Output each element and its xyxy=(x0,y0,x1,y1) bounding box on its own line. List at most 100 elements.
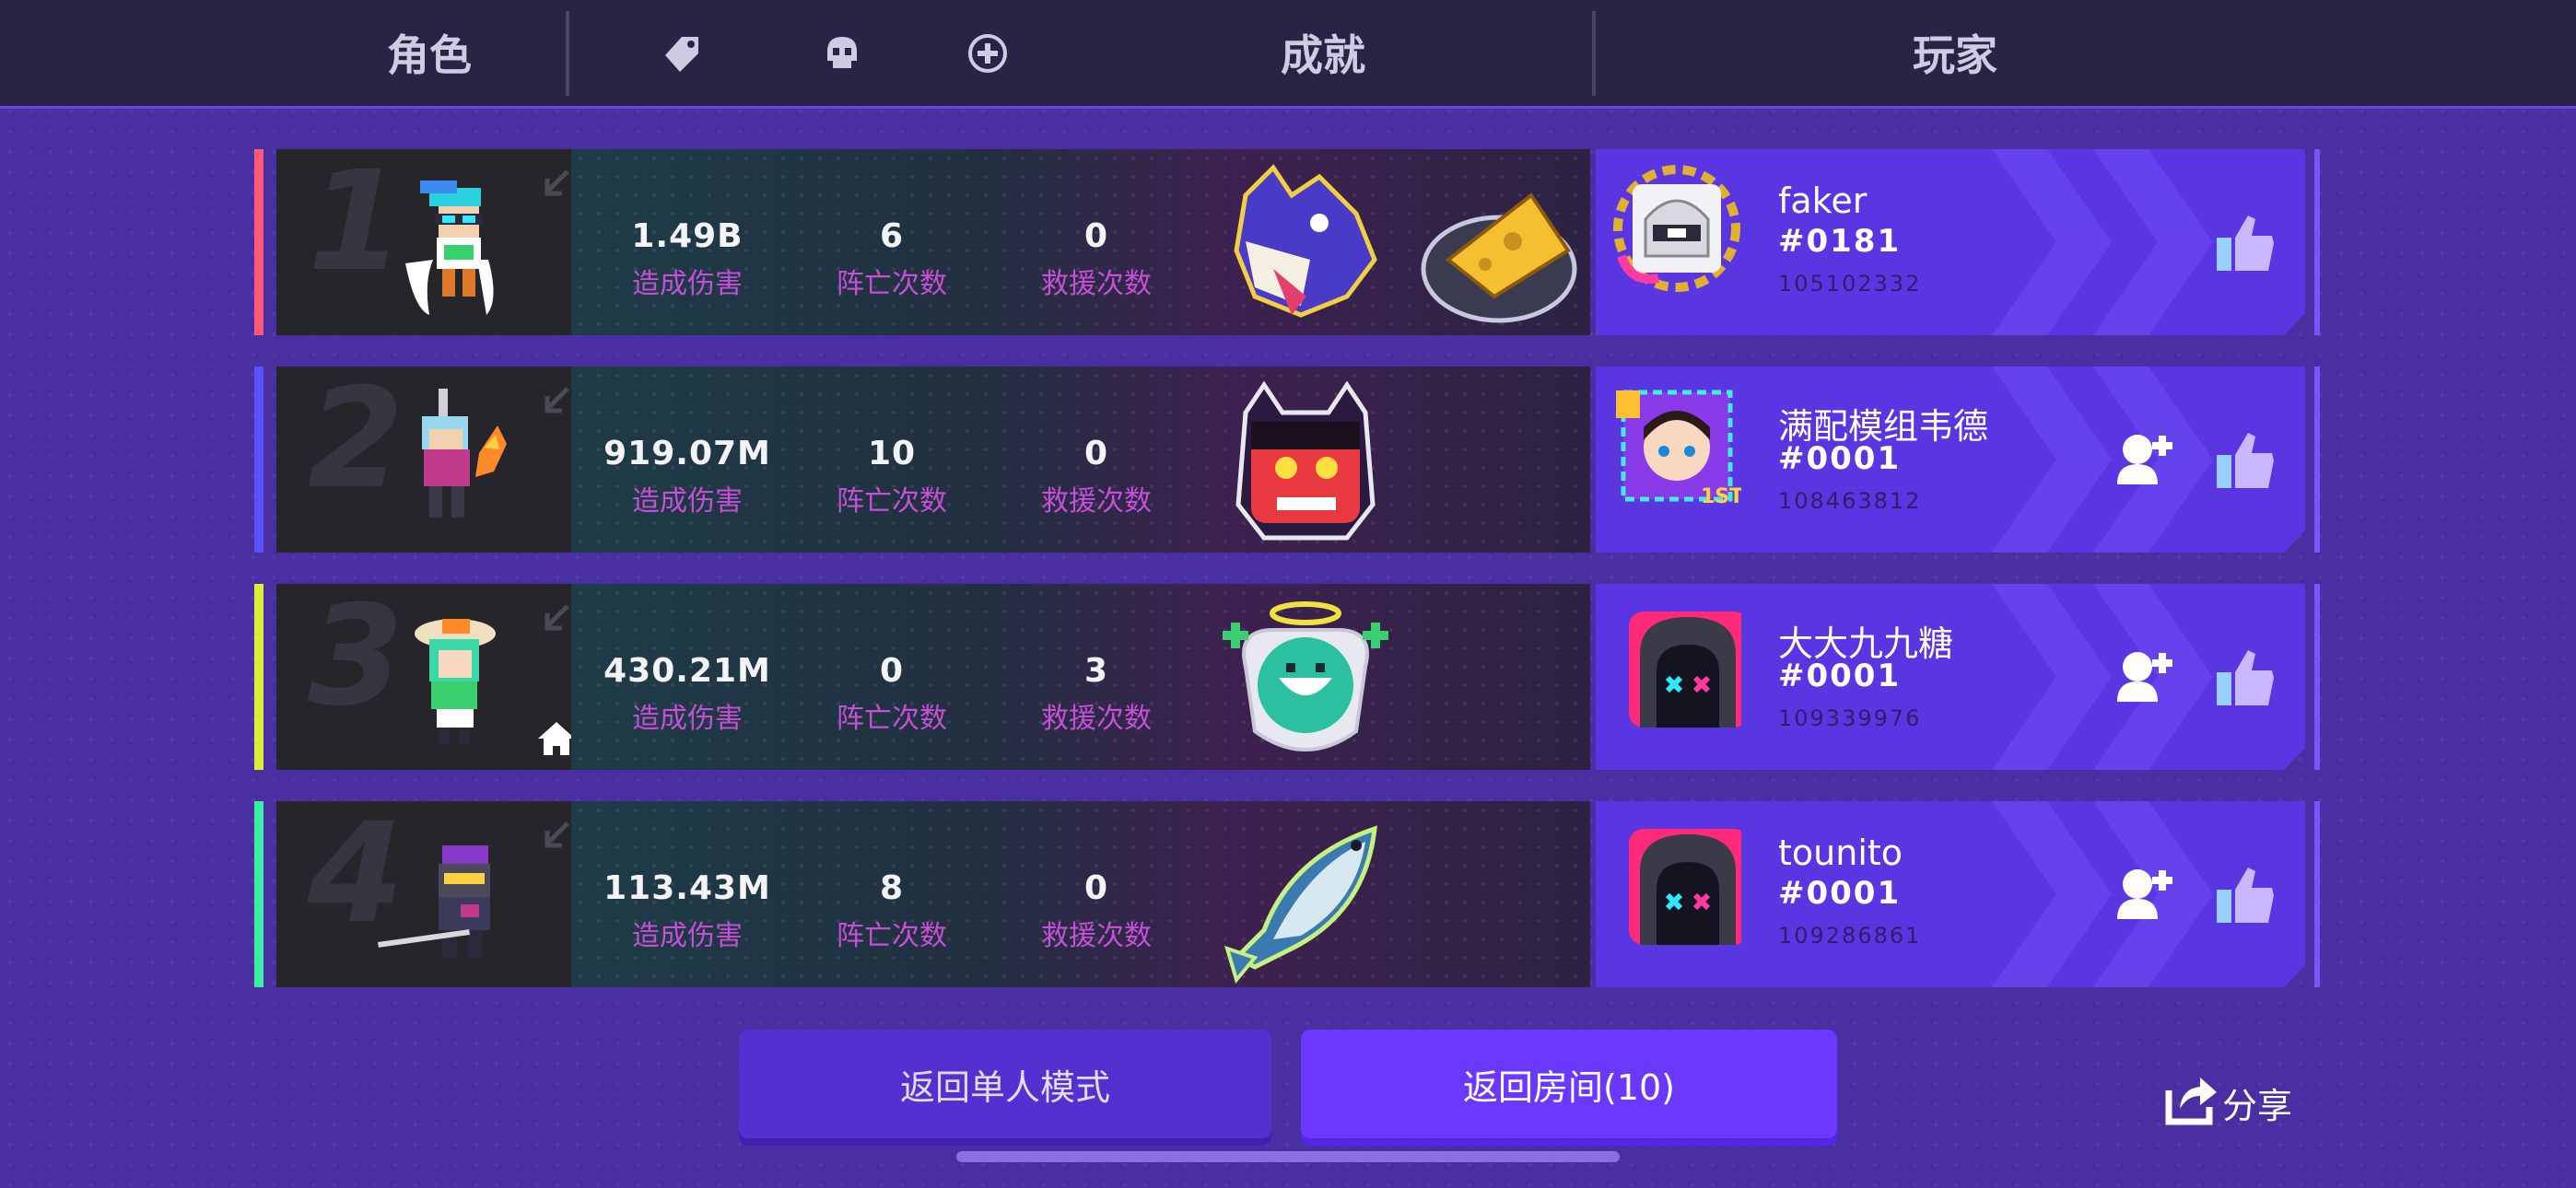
player-card[interactable]: faker #0181 105102332 xyxy=(1596,149,2305,335)
header-role: 角色 xyxy=(387,30,472,80)
player-row-1: 1 1.49B 造成伤害 6 阵亡次数 0 救援次数 faker #0181 1… xyxy=(254,149,2320,335)
deaths-label: 阵亡次数 xyxy=(837,485,947,518)
fish-badge-icon[interactable] xyxy=(1218,810,1393,985)
character-box: 2 xyxy=(276,367,571,553)
character-box: 4 xyxy=(276,801,571,987)
deaths-label: 阵亡次数 xyxy=(837,268,947,300)
rescues-label: 救援次数 xyxy=(1041,703,1152,735)
return-single-mode-button[interactable]: 返回单人模式 xyxy=(739,1030,1271,1146)
damage-stat: 919.07M 造成伤害 xyxy=(595,367,779,518)
thumbs-up-icon[interactable] xyxy=(2213,212,2277,274)
collapse-arrow-icon[interactable] xyxy=(536,383,575,422)
deaths-label: 阵亡次数 xyxy=(837,920,947,952)
damage-stat: 430.21M 造成伤害 xyxy=(595,584,779,736)
character-sprite xyxy=(415,619,496,744)
home-indicator[interactable] xyxy=(956,1151,1620,1162)
rank-accent xyxy=(254,149,263,335)
player-name: faker xyxy=(1778,181,1868,221)
avatar[interactable]: 1ST xyxy=(1612,381,1741,510)
rank-accent xyxy=(254,801,263,987)
damage-stat: 113.43M 造成伤害 xyxy=(595,801,779,953)
player-card[interactable]: 1ST 满配模组韦德 #0001 108463812 xyxy=(1596,367,2305,553)
deaths-value: 6 xyxy=(879,217,905,255)
player-card[interactable]: tounito #0001 109286861 xyxy=(1596,801,2305,987)
rescues-stat: 0 救援次数 xyxy=(1004,149,1188,301)
header-divider xyxy=(1592,11,1596,96)
rank-accent xyxy=(254,367,263,553)
rescues-stat: 3 救援次数 xyxy=(1004,584,1188,736)
stats-panel: 430.21M 造成伤害 0 阵亡次数 3 救援次数 xyxy=(571,584,1590,770)
rank-accent xyxy=(254,584,263,770)
share-button[interactable]: 分享 xyxy=(2163,1068,2311,1133)
deaths-stat: 8 阵亡次数 xyxy=(800,801,984,953)
player-id: 105102332 xyxy=(1778,271,1922,297)
player-tag: #0181 xyxy=(1778,223,1902,260)
damage-stat: 1.49B 造成伤害 xyxy=(595,149,779,301)
oni-badge-icon[interactable] xyxy=(1218,376,1393,551)
rescues-stat: 0 救援次数 xyxy=(1004,367,1188,518)
svg-text:1ST: 1ST xyxy=(1701,485,1741,508)
player-tag: #0001 xyxy=(1778,440,1902,477)
damage-value: 430.21M xyxy=(603,652,771,690)
damage-label: 造成伤害 xyxy=(632,268,743,300)
header-divider xyxy=(566,11,569,96)
skull-icon[interactable] xyxy=(820,31,864,76)
chevron-decoration-icon xyxy=(1992,149,2213,335)
cheese-badge-icon[interactable] xyxy=(1411,158,1587,333)
collapse-arrow-icon[interactable] xyxy=(536,818,575,856)
rescues-label: 救援次数 xyxy=(1041,268,1152,300)
player-card[interactable]: 大大九九糖 #0001 109339976 xyxy=(1596,584,2305,770)
add-friend-icon[interactable] xyxy=(2112,862,2176,926)
thumbs-up-icon[interactable] xyxy=(2213,864,2277,926)
collapse-arrow-icon[interactable] xyxy=(536,166,575,204)
rescues-label: 救援次数 xyxy=(1041,920,1152,952)
stats-panel: 113.43M 造成伤害 8 阵亡次数 0 救援次数 xyxy=(571,801,1590,987)
wolf-badge-icon[interactable] xyxy=(1218,158,1393,333)
collapse-arrow-icon[interactable] xyxy=(536,600,575,639)
deaths-stat: 6 阵亡次数 xyxy=(800,149,984,301)
damage-value: 919.07M xyxy=(603,435,771,472)
stats-panel: 919.07M 造成伤害 10 阵亡次数 0 救援次数 xyxy=(571,367,1590,553)
player-row-2: 2 919.07M 造成伤害 10 阵亡次数 0 救援次数 1ST 满配模组韦德… xyxy=(254,367,2320,553)
share-label: 分享 xyxy=(2222,1086,2293,1126)
character-sprite xyxy=(378,845,490,958)
deaths-stat: 10 阵亡次数 xyxy=(800,367,984,518)
rescues-value: 3 xyxy=(1083,652,1109,690)
avatar[interactable] xyxy=(1612,164,1741,293)
return-room-button[interactable]: 返回房间(10) xyxy=(1301,1030,1837,1146)
damage-value: 113.43M xyxy=(603,869,771,907)
player-tag: #0001 xyxy=(1778,658,1902,694)
row-edge xyxy=(2314,584,2320,770)
thumbs-up-icon[interactable] xyxy=(2213,646,2277,709)
add-friend-icon[interactable] xyxy=(2112,427,2176,492)
player-row-4: 4 113.43M 造成伤害 8 阵亡次数 0 救援次数 tounito #00… xyxy=(254,801,2320,987)
player-id: 109286861 xyxy=(1778,923,1922,949)
add-friend-icon[interactable] xyxy=(2112,645,2176,709)
top-bar: 角色 成就 玩家 xyxy=(0,0,2576,109)
row-edge xyxy=(2314,149,2320,335)
thumbs-up-icon[interactable] xyxy=(2213,429,2277,492)
rescues-value: 0 xyxy=(1083,435,1109,472)
deaths-label: 阵亡次数 xyxy=(837,703,947,735)
damage-value: 1.49B xyxy=(631,217,744,255)
rescues-label: 救援次数 xyxy=(1041,485,1152,518)
share-icon xyxy=(2165,1077,2217,1125)
rescues-value: 0 xyxy=(1083,217,1109,255)
damage-label: 造成伤害 xyxy=(632,703,743,735)
deaths-value: 0 xyxy=(879,652,905,690)
tag-icon[interactable] xyxy=(660,31,704,76)
angel-badge-icon[interactable] xyxy=(1218,593,1393,768)
player-name: tounito xyxy=(1778,833,1903,873)
avatar[interactable] xyxy=(1612,816,1741,945)
avatar[interactable] xyxy=(1612,599,1741,728)
player-id: 108463812 xyxy=(1778,488,1922,514)
character-sprite xyxy=(405,181,494,315)
player-row-3: 3 430.21M 造成伤害 0 阵亡次数 3 救援次数 大大九九糖 #0001… xyxy=(254,584,2320,770)
player-tag: #0001 xyxy=(1778,875,1902,912)
rescues-stat: 0 救援次数 xyxy=(1004,801,1188,953)
plus-circle-icon[interactable] xyxy=(966,31,1010,76)
deaths-value: 8 xyxy=(879,869,905,907)
deaths-stat: 0 阵亡次数 xyxy=(800,584,984,736)
character-sprite xyxy=(422,389,507,518)
rescues-value: 0 xyxy=(1083,869,1109,907)
